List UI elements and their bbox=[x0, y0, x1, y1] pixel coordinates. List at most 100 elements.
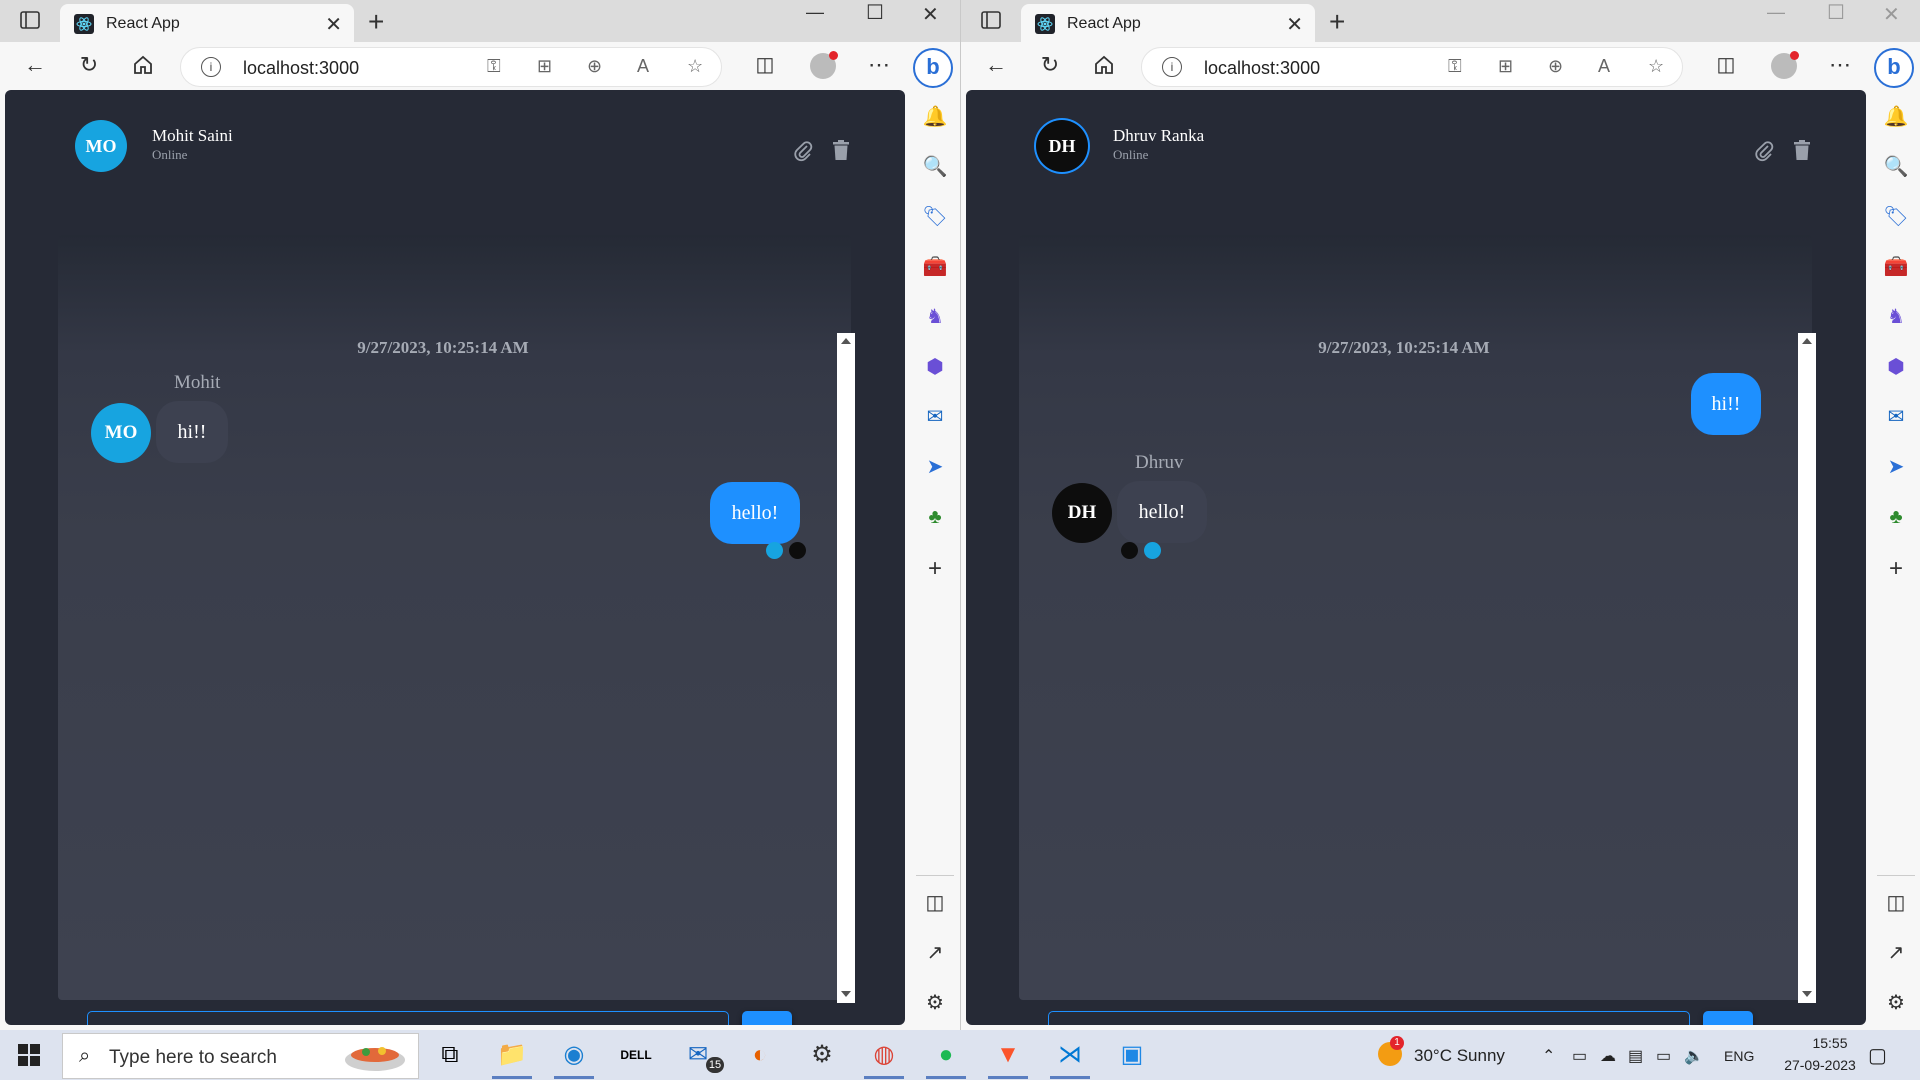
send-icon[interactable]: ➤ bbox=[1883, 454, 1909, 480]
new-tab-icon[interactable]: + bbox=[1329, 6, 1345, 38]
sidebar-toggle-icon[interactable]: ◫ bbox=[922, 890, 948, 916]
dell-icon[interactable]: DELL bbox=[619, 1038, 653, 1072]
display-icon[interactable]: ▤ bbox=[1628, 1046, 1643, 1066]
more-icon[interactable]: ⋯ bbox=[866, 52, 892, 78]
back-icon[interactable]: ← bbox=[983, 52, 1009, 78]
minimize-icon[interactable]: — bbox=[806, 2, 824, 23]
weather-text[interactable]: 30°C Sunny bbox=[1414, 1046, 1505, 1066]
microsoft-365-icon[interactable]: ⬢ bbox=[1883, 354, 1909, 380]
refresh-icon[interactable]: ↻ bbox=[1037, 52, 1063, 78]
vscode-icon[interactable]: ⋊ bbox=[1053, 1038, 1087, 1072]
favorite-star-icon[interactable]: ☆ bbox=[1648, 56, 1664, 77]
edge-browser-icon[interactable]: ◉ bbox=[557, 1038, 591, 1072]
tree-icon[interactable]: ♣ bbox=[1883, 504, 1909, 530]
send-button[interactable] bbox=[742, 1011, 792, 1025]
attachment-icon[interactable] bbox=[793, 140, 813, 162]
add-icon[interactable]: + bbox=[922, 556, 948, 582]
language-indicator[interactable]: ENG bbox=[1724, 1048, 1754, 1064]
scrollbar[interactable] bbox=[837, 333, 855, 1003]
volume-icon[interactable]: 🔈 bbox=[1684, 1046, 1704, 1066]
games-icon[interactable]: ♞ bbox=[1883, 304, 1909, 330]
settings-icon[interactable]: ⚙ bbox=[1883, 990, 1909, 1016]
chrome-icon[interactable]: ◍ bbox=[867, 1038, 901, 1072]
add-icon[interactable]: + bbox=[1883, 556, 1909, 582]
scroll-down-icon[interactable] bbox=[841, 991, 851, 997]
notifications-icon[interactable]: ▢ bbox=[1868, 1043, 1887, 1068]
shopping-tag-icon[interactable]: 🏷 bbox=[922, 204, 948, 230]
site-info-icon[interactable]: i bbox=[201, 57, 221, 77]
send-icon[interactable]: ➤ bbox=[922, 454, 948, 480]
brave-icon[interactable]: ▼ bbox=[991, 1038, 1025, 1072]
attachment-icon[interactable] bbox=[1754, 140, 1774, 162]
more-icon[interactable]: ⋯ bbox=[1827, 52, 1853, 78]
delete-icon[interactable] bbox=[1794, 140, 1810, 160]
file-explorer-icon[interactable]: 📁 bbox=[495, 1038, 529, 1072]
photos-icon[interactable]: ▣ bbox=[1115, 1038, 1149, 1072]
search-icon[interactable]: 🔍 bbox=[1883, 154, 1909, 180]
zoom-icon[interactable]: ⊕ bbox=[587, 56, 602, 77]
maximize-icon[interactable]: ☐ bbox=[866, 0, 884, 25]
message-input[interactable] bbox=[87, 1011, 729, 1025]
send-button[interactable] bbox=[1703, 1011, 1753, 1025]
maximize-icon[interactable]: ☐ bbox=[1827, 0, 1845, 25]
scroll-up-icon[interactable] bbox=[1802, 338, 1812, 344]
clock-time[interactable]: 15:55 bbox=[1790, 1035, 1870, 1051]
favorite-star-icon[interactable]: ☆ bbox=[687, 56, 703, 77]
bing-copilot-icon[interactable]: b bbox=[913, 48, 953, 88]
profile-avatar[interactable] bbox=[810, 51, 838, 79]
windows-start-icon[interactable] bbox=[18, 1044, 40, 1066]
key-icon[interactable]: ⚿ bbox=[1448, 56, 1462, 77]
delete-icon[interactable] bbox=[833, 140, 849, 160]
settings-gear-icon[interactable]: ⚙ bbox=[805, 1038, 839, 1072]
clock-date[interactable]: 27-09-2023 bbox=[1770, 1057, 1870, 1073]
home-icon[interactable] bbox=[132, 54, 154, 76]
sidebar-toggle-icon[interactable]: ◫ bbox=[1883, 890, 1909, 916]
battery-icon[interactable]: ▭ bbox=[1656, 1046, 1671, 1066]
chevron-up-icon[interactable]: ⌃ bbox=[1542, 1046, 1555, 1066]
outlook-icon[interactable]: ✉ bbox=[1883, 404, 1909, 430]
profile-avatar[interactable] bbox=[1771, 51, 1799, 79]
address-bar[interactable]: i localhost:3000 ⚿ ⊞ ⊕ A ☆ bbox=[1141, 47, 1683, 87]
tab-close-icon[interactable]: ✕ bbox=[1286, 12, 1303, 37]
minimize-icon[interactable]: — bbox=[1767, 2, 1785, 23]
browser-tab[interactable]: React App ✕ bbox=[1021, 4, 1315, 42]
spotify-icon[interactable]: ● bbox=[929, 1038, 963, 1072]
apps-icon[interactable]: ⊞ bbox=[1498, 56, 1513, 77]
open-external-icon[interactable]: ↗ bbox=[1883, 940, 1909, 966]
zoom-icon[interactable]: ⊕ bbox=[1548, 56, 1563, 77]
read-aloud-icon[interactable]: A bbox=[637, 56, 649, 77]
scroll-down-icon[interactable] bbox=[1802, 991, 1812, 997]
open-external-icon[interactable]: ↗ bbox=[922, 940, 948, 966]
message-input[interactable] bbox=[1048, 1011, 1690, 1025]
home-icon[interactable] bbox=[1093, 54, 1115, 76]
bell-icon[interactable]: 🔔 bbox=[1883, 104, 1909, 130]
back-icon[interactable]: ← bbox=[22, 52, 48, 78]
tools-icon[interactable]: 🧰 bbox=[922, 254, 948, 280]
shopping-tag-icon[interactable]: 🏷 bbox=[1883, 204, 1909, 230]
tab-actions-icon[interactable] bbox=[981, 11, 1001, 29]
tree-icon[interactable]: ♣ bbox=[922, 504, 948, 530]
bell-icon[interactable]: 🔔 bbox=[922, 104, 948, 130]
scrollbar[interactable] bbox=[1798, 333, 1816, 1003]
browser-tab[interactable]: React App ✕ bbox=[60, 4, 354, 42]
split-screen-icon[interactable]: ◫ bbox=[752, 52, 778, 78]
outlook-icon[interactable]: ✉ bbox=[922, 404, 948, 430]
search-icon[interactable]: 🔍 bbox=[922, 154, 948, 180]
microsoft-365-icon[interactable]: ⬢ bbox=[922, 354, 948, 380]
apps-icon[interactable]: ⊞ bbox=[537, 56, 552, 77]
refresh-icon[interactable]: ↻ bbox=[76, 52, 102, 78]
scroll-up-icon[interactable] bbox=[841, 338, 851, 344]
bing-copilot-icon[interactable]: b bbox=[1874, 48, 1914, 88]
close-window-icon[interactable]: ✕ bbox=[1883, 2, 1900, 27]
taskbar-search[interactable]: ⌕ Type here to search bbox=[62, 1033, 419, 1079]
tab-close-icon[interactable]: ✕ bbox=[325, 12, 342, 37]
tools-icon[interactable]: 🧰 bbox=[1883, 254, 1909, 280]
site-info-icon[interactable]: i bbox=[1162, 57, 1182, 77]
split-screen-icon[interactable]: ◫ bbox=[1713, 52, 1739, 78]
read-aloud-icon[interactable]: A bbox=[1598, 56, 1610, 77]
close-window-icon[interactable]: ✕ bbox=[922, 2, 939, 27]
settings-icon[interactable]: ⚙ bbox=[922, 990, 948, 1016]
meet-icon[interactable]: ▭ bbox=[1572, 1046, 1587, 1066]
games-icon[interactable]: ♞ bbox=[922, 304, 948, 330]
onedrive-icon[interactable]: ☁ bbox=[1600, 1046, 1616, 1066]
